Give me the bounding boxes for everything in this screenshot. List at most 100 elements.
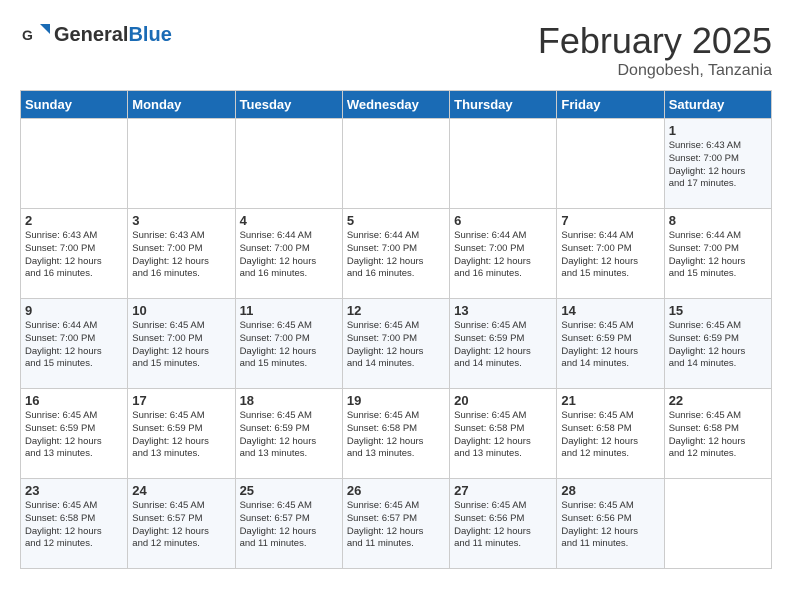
day-info: Sunrise: 6:45 AM Sunset: 6:58 PM Dayligh… [669,410,767,461]
day-info: Sunrise: 6:45 AM Sunset: 7:00 PM Dayligh… [132,320,230,371]
calendar-cell: 22Sunrise: 6:45 AM Sunset: 6:58 PM Dayli… [664,389,771,479]
calendar-cell: 14Sunrise: 6:45 AM Sunset: 6:59 PM Dayli… [557,299,664,389]
calendar-cell: 9 Sunrise: 6:44 AM Sunset: 7:00 PM Daylig… [21,299,128,389]
day-info: Sunrise: 6:45 AM Sunset: 6:56 PM Dayligh… [561,500,659,551]
day-number: 20 [454,393,552,408]
day-info: Sunrise: 6:45 AM Sunset: 7:00 PM Dayligh… [347,320,445,371]
day-info: Sunrise: 6:45 AM Sunset: 6:57 PM Dayligh… [240,500,338,551]
day-header-saturday: Saturday [664,91,771,119]
day-info: Sunrise: 6:43 AM Sunset: 7:00 PM Dayligh… [669,140,767,191]
day-info: Sunrise: 6:44 AM Sunset: 7:00 PM Dayligh… [347,230,445,281]
calendar-cell: 4 Sunrise: 6:44 AM Sunset: 7:00 PM Daylig… [235,209,342,299]
day-info: Sunrise: 6:45 AM Sunset: 6:58 PM Dayligh… [561,410,659,461]
calendar-cell: 21 Sunrise: 6:45 AM Sunset: 6:58 PM Dayli… [557,389,664,479]
calendar-cell: 3 Sunrise: 6:43 AM Sunset: 7:00 PM Daylig… [128,209,235,299]
day-number: 5 [347,213,445,228]
day-number: 4 [240,213,338,228]
calendar-week-row: 23 Sunrise: 6:45 AM Sunset: 6:58 PM Dayli… [21,479,772,569]
calendar-cell: 28 Sunrise: 6:45 AM Sunset: 6:56 PM Dayli… [557,479,664,569]
day-number: 9 [25,303,123,318]
day-number: 17 [132,393,230,408]
day-header-tuesday: Tuesday [235,91,342,119]
day-number: 24 [132,483,230,498]
calendar-cell [342,119,449,209]
calendar-cell [235,119,342,209]
day-header-thursday: Thursday [450,91,557,119]
calendar-cell: 8 Sunrise: 6:44 AM Sunset: 7:00 PM Daylig… [664,209,771,299]
day-info: Sunrise: 6:45 AM Sunset: 6:57 PM Dayligh… [132,500,230,551]
day-info: Sunrise: 6:43 AM Sunset: 7:00 PM Dayligh… [25,230,123,281]
calendar-cell: 16 Sunrise: 6:45 AM Sunset: 6:59 PM Dayli… [21,389,128,479]
day-header-sunday: Sunday [21,91,128,119]
day-header-friday: Friday [557,91,664,119]
logo-general: General [54,24,128,46]
day-number: 1 [669,123,767,138]
day-number: 23 [25,483,123,498]
calendar-cell [450,119,557,209]
calendar-week-row: 16 Sunrise: 6:45 AM Sunset: 6:59 PM Dayli… [21,389,772,479]
day-info: Sunrise: 6:45 AM Sunset: 7:00 PM Dayligh… [240,320,338,371]
calendar-cell [557,119,664,209]
logo-blue: Blue [128,24,171,46]
day-number: 11 [240,303,338,318]
calendar-cell: 2 Sunrise: 6:43 AM Sunset: 7:00 PM Daylig… [21,209,128,299]
day-info: Sunrise: 6:45 AM Sunset: 6:58 PM Dayligh… [25,500,123,551]
day-header-wednesday: Wednesday [342,91,449,119]
calendar-table: SundayMondayTuesdayWednesdayThursdayFrid… [20,90,772,569]
day-number: 8 [669,213,767,228]
day-number: 13 [454,303,552,318]
calendar-cell: 6Sunrise: 6:44 AM Sunset: 7:00 PM Daylig… [450,209,557,299]
location-subtitle: Dongobesh, Tanzania [538,62,772,80]
day-info: Sunrise: 6:44 AM Sunset: 7:00 PM Dayligh… [454,230,552,281]
calendar-cell: 20 Sunrise: 6:45 AM Sunset: 6:58 PM Dayli… [450,389,557,479]
day-number: 21 [561,393,659,408]
calendar-week-row: 9 Sunrise: 6:44 AM Sunset: 7:00 PM Daylig… [21,299,772,389]
calendar-cell: 10 Sunrise: 6:45 AM Sunset: 7:00 PM Dayli… [128,299,235,389]
calendar-cell: 7Sunrise: 6:44 AM Sunset: 7:00 PM Daylig… [557,209,664,299]
svg-text:G: G [22,27,33,43]
calendar-week-row: 1 Sunrise: 6:43 AM Sunset: 7:00 PM Daylig… [21,119,772,209]
day-number: 2 [25,213,123,228]
calendar-cell: 5 Sunrise: 6:44 AM Sunset: 7:00 PM Daylig… [342,209,449,299]
day-number: 3 [132,213,230,228]
calendar-cell: 27 Sunrise: 6:45 AM Sunset: 6:56 PM Dayli… [450,479,557,569]
calendar-cell [128,119,235,209]
logo-icon: G [20,20,50,50]
month-title: February 2025 [538,20,772,62]
page-header: G GeneralBlue February 2025 Dongobesh, T… [20,20,772,80]
day-header-monday: Monday [128,91,235,119]
day-info: Sunrise: 6:45 AM Sunset: 6:58 PM Dayligh… [454,410,552,461]
day-number: 12 [347,303,445,318]
day-number: 18 [240,393,338,408]
day-info: Sunrise: 6:45 AM Sunset: 6:59 PM Dayligh… [454,320,552,371]
day-number: 15 [669,303,767,318]
day-info: Sunrise: 6:44 AM Sunset: 7:00 PM Dayligh… [669,230,767,281]
calendar-cell: 15Sunrise: 6:45 AM Sunset: 6:59 PM Dayli… [664,299,771,389]
calendar-cell: 1 Sunrise: 6:43 AM Sunset: 7:00 PM Daylig… [664,119,771,209]
calendar-cell [21,119,128,209]
calendar-week-row: 2 Sunrise: 6:43 AM Sunset: 7:00 PM Daylig… [21,209,772,299]
day-info: Sunrise: 6:44 AM Sunset: 7:00 PM Dayligh… [561,230,659,281]
calendar-header-row: SundayMondayTuesdayWednesdayThursdayFrid… [21,91,772,119]
day-number: 27 [454,483,552,498]
calendar-cell: 24 Sunrise: 6:45 AM Sunset: 6:57 PM Dayli… [128,479,235,569]
day-number: 28 [561,483,659,498]
logo: G GeneralBlue [20,20,172,50]
calendar-cell: 11 Sunrise: 6:45 AM Sunset: 7:00 PM Dayli… [235,299,342,389]
calendar-cell [664,479,771,569]
day-info: Sunrise: 6:43 AM Sunset: 7:00 PM Dayligh… [132,230,230,281]
calendar-cell: 12 Sunrise: 6:45 AM Sunset: 7:00 PM Dayli… [342,299,449,389]
calendar-cell: 13 Sunrise: 6:45 AM Sunset: 6:59 PM Dayli… [450,299,557,389]
day-number: 16 [25,393,123,408]
calendar-cell: 23 Sunrise: 6:45 AM Sunset: 6:58 PM Dayli… [21,479,128,569]
day-info: Sunrise: 6:45 AM Sunset: 6:59 PM Dayligh… [25,410,123,461]
day-info: Sunrise: 6:44 AM Sunset: 7:00 PM Dayligh… [25,320,123,371]
day-info: Sunrise: 6:45 AM Sunset: 6:59 PM Dayligh… [561,320,659,371]
calendar-cell: 17Sunrise: 6:45 AM Sunset: 6:59 PM Dayli… [128,389,235,479]
day-info: Sunrise: 6:45 AM Sunset: 6:59 PM Dayligh… [240,410,338,461]
day-info: Sunrise: 6:45 AM Sunset: 6:58 PM Dayligh… [347,410,445,461]
day-number: 10 [132,303,230,318]
day-info: Sunrise: 6:44 AM Sunset: 7:00 PM Dayligh… [240,230,338,281]
day-info: Sunrise: 6:45 AM Sunset: 6:56 PM Dayligh… [454,500,552,551]
calendar-cell: 25Sunrise: 6:45 AM Sunset: 6:57 PM Dayli… [235,479,342,569]
